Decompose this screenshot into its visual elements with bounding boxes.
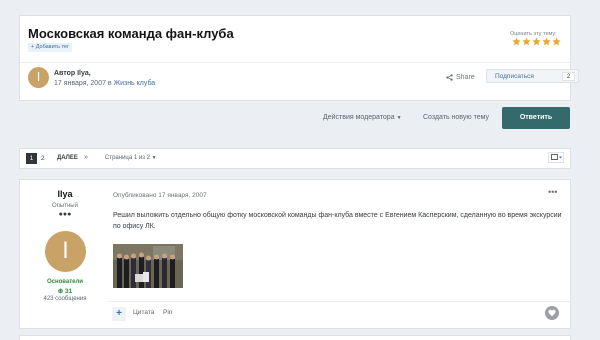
- group-photo-image: [113, 244, 183, 288]
- reply-button[interactable]: Ответить: [502, 107, 570, 129]
- next-post: [20, 336, 570, 340]
- page-current[interactable]: 1: [26, 153, 37, 164]
- plus-circle-icon: ⊕: [57, 288, 64, 295]
- post-photo[interactable]: [113, 244, 183, 288]
- next-page-link[interactable]: ДАЛЕЕ: [57, 153, 78, 164]
- last-page-link[interactable]: »: [84, 153, 88, 163]
- layout-icon: [550, 154, 562, 160]
- pagination-bar: 1 2 ДАЛЕЕ » Страница 1 из 2 ▼: [20, 149, 570, 168]
- page-link-2[interactable]: 2: [41, 153, 45, 164]
- star-icon[interactable]: [522, 37, 531, 46]
- heart-icon: [548, 309, 556, 317]
- add-tag-button[interactable]: + Добавить тег: [28, 43, 73, 52]
- caret-down-icon: ▼: [151, 155, 157, 161]
- avatar[interactable]: I: [45, 231, 86, 272]
- post-body: Решил выложить отдельно общую фотку моск…: [113, 212, 562, 230]
- topic-header: Московская команда фан-клуба + Добавить …: [20, 16, 579, 100]
- page-jump-dropdown[interactable]: Страница 1 из 2 ▼: [105, 153, 157, 164]
- more-options-icon[interactable]: •••: [548, 188, 557, 197]
- post-username[interactable]: Ilya: [20, 189, 110, 199]
- subscribe-label: Подписаться: [495, 73, 534, 80]
- multiquote-button[interactable]: +: [112, 307, 126, 321]
- group-name: Основатели: [46, 279, 83, 285]
- subscribe-count: 2: [562, 72, 575, 81]
- caret-down-icon: ▼: [396, 115, 402, 121]
- post-author-panel: Ilya Опытный ●●● I Основатели ⊕ 31 423 с…: [20, 180, 110, 328]
- share-label: Share: [456, 74, 475, 81]
- posts-count: 423 сообщения: [43, 296, 87, 302]
- pin-button[interactable]: Pin: [163, 309, 172, 316]
- topic-date-text: 17 января, 2007 в: [54, 80, 114, 87]
- page-jump-label: Страница 1 из 2: [105, 155, 150, 161]
- topic-author[interactable]: Автор Ilya,: [54, 70, 91, 77]
- star-icon[interactable]: [512, 37, 521, 46]
- divider: [20, 62, 570, 63]
- post-rank: Опытный: [52, 203, 78, 209]
- star-icon[interactable]: [552, 37, 561, 46]
- reputation-badge: ⊕ 31: [20, 287, 110, 295]
- share-icon: [446, 74, 453, 81]
- forum-link[interactable]: Жизнь клуба: [114, 80, 156, 87]
- divider: [108, 301, 570, 302]
- top-strip: [0, 0, 600, 5]
- star-icon[interactable]: [532, 37, 541, 46]
- subscribe-button[interactable]: Подписаться 2: [486, 69, 579, 83]
- quote-button[interactable]: Цитата: [133, 309, 154, 316]
- new-topic-button[interactable]: Создать новую тему: [423, 114, 489, 121]
- rank-pips: ●●●: [58, 211, 72, 218]
- share-button[interactable]: Share: [446, 74, 475, 81]
- like-button[interactable]: [545, 306, 559, 320]
- star-icon[interactable]: [542, 37, 551, 46]
- view-mode-dropdown[interactable]: [548, 152, 564, 163]
- page-title: Московская команда фан-клуба: [28, 26, 234, 41]
- moderator-actions-label: Действия модератора: [323, 114, 395, 121]
- author-avatar[interactable]: I: [28, 67, 49, 88]
- reputation-value: 31: [65, 288, 73, 295]
- topic-rating[interactable]: [512, 37, 561, 46]
- moderator-actions-button[interactable]: Действия модератора ▼: [323, 114, 402, 121]
- post: Ilya Опытный ●●● I Основатели ⊕ 31 423 с…: [20, 180, 570, 328]
- topic-date: 17 января, 2007 в Жизнь клуба: [54, 80, 155, 87]
- post-meta: Опубликовано 17 января, 2007: [113, 192, 207, 199]
